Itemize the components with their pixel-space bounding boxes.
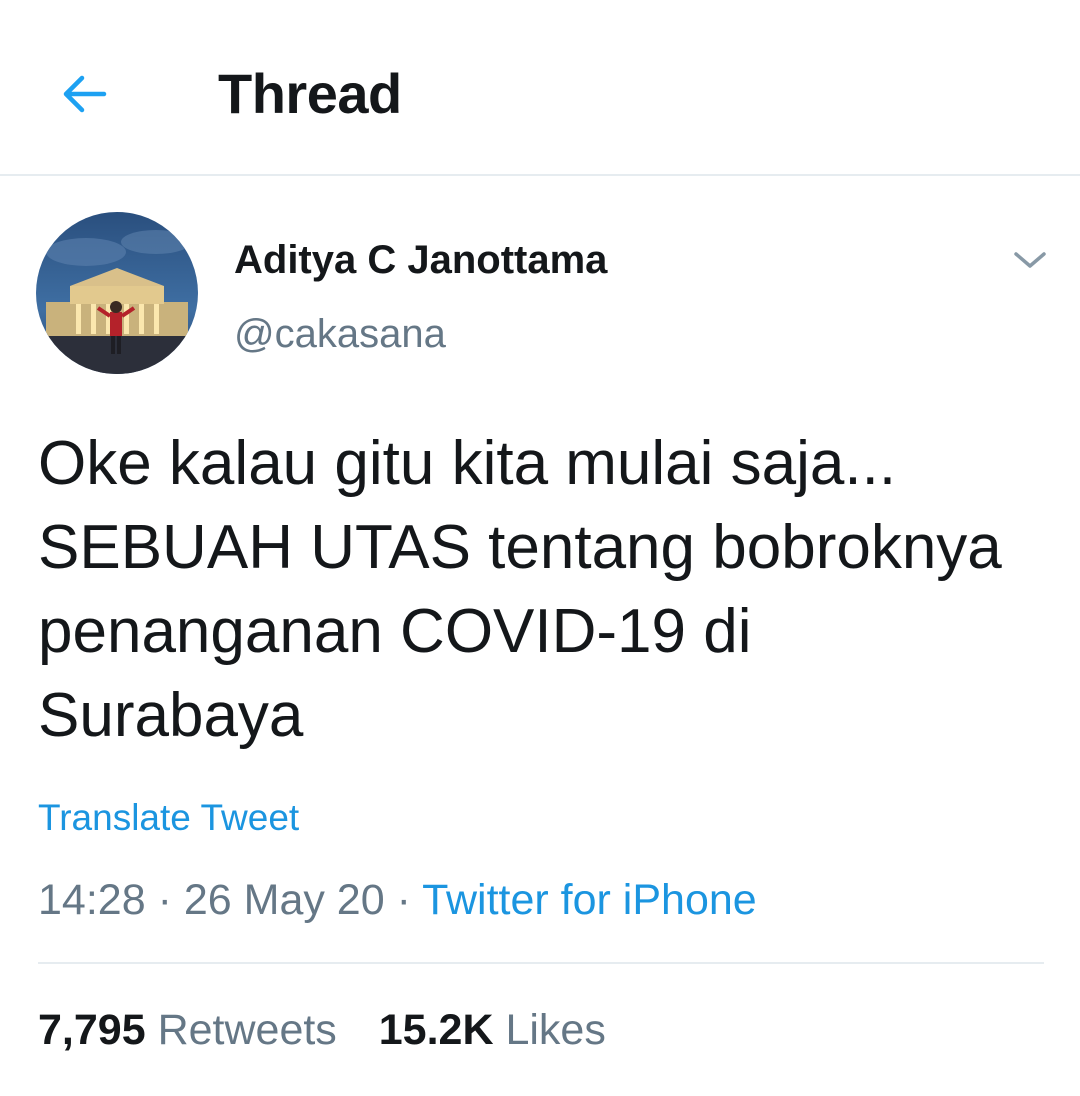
retweets-label: Retweets — [157, 1006, 337, 1054]
avatar[interactable] — [36, 212, 198, 374]
tweet-text-line: SEBUAH UTAS tentang bobroknya — [38, 513, 1002, 582]
chevron-down-icon — [1014, 252, 1046, 268]
author-display-name[interactable]: Aditya C Janottama — [234, 236, 607, 284]
likes-label: Likes — [505, 1006, 606, 1054]
tweet-date: 26 May 20 — [183, 876, 385, 924]
translate-tweet-link[interactable]: Translate Tweet — [38, 796, 299, 840]
back-button[interactable] — [52, 66, 114, 122]
retweets-stat[interactable]: 7,795 Retweets — [38, 1004, 337, 1056]
likes-stat[interactable]: 15.2K Likes — [379, 1004, 606, 1056]
arrow-left-icon — [63, 75, 107, 113]
page-title: Thread — [218, 62, 402, 125]
tweet-text: Oke kalau gitu kita mulai saja... SEBUAH… — [38, 422, 1048, 758]
retweets-count: 7,795 — [38, 1006, 146, 1054]
tweet-menu-button[interactable] — [1008, 238, 1052, 282]
tweet-text-line: penanganan COVID-19 di — [38, 597, 752, 666]
tweet-text-line: Surabaya — [38, 681, 304, 750]
top-bar: Thread — [0, 0, 1080, 176]
tweet-source-link[interactable]: Twitter for iPhone — [422, 876, 757, 924]
author-handle[interactable]: @cakasana — [234, 310, 446, 358]
tweet-text-line: Oke kalau gitu kita mulai saja... — [38, 429, 897, 498]
meta-separator: · — [396, 876, 411, 924]
tweet-meta: 14:28 · 26 May 20 · Twitter for iPhone — [38, 874, 757, 926]
tweet-time: 14:28 — [38, 876, 146, 924]
avatar-image — [36, 212, 198, 374]
likes-count: 15.2K — [378, 1006, 494, 1054]
divider — [38, 962, 1044, 964]
tweet-stats: 7,795 Retweets 15.2K Likes — [38, 1004, 636, 1056]
meta-separator: · — [157, 876, 172, 924]
